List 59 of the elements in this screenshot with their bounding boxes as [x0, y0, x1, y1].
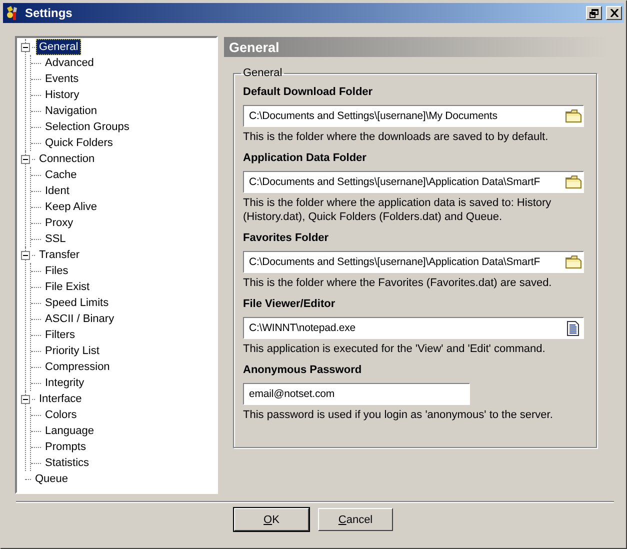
field-label: Default Download Folder — [243, 86, 374, 100]
tree-item[interactable]: Language — [42, 423, 97, 439]
tree-item[interactable]: Statistics — [42, 455, 92, 471]
cancel-button[interactable]: Cancel — [318, 508, 393, 531]
close-icon — [610, 9, 618, 17]
folder-icon[interactable] — [564, 255, 582, 269]
field-label: Favorites Folder — [243, 232, 330, 246]
folder-icon[interactable] — [564, 109, 582, 123]
collapse-icon[interactable] — [21, 394, 30, 404]
tree-item[interactable]: Cache — [42, 167, 80, 183]
help-text: This is the folder where the downloads are saved to by default. — [243, 130, 550, 144]
restore-icon — [589, 8, 599, 18]
tree-item[interactable]: History — [42, 87, 82, 103]
tree-item[interactable]: Navigation — [42, 103, 100, 119]
tree-item[interactable]: Selection Groups — [42, 119, 132, 135]
input-field[interactable]: C:\WINNT\notepad.exe — [243, 317, 584, 339]
help-text: This password is used if you login as 'anonymous' to the server. — [243, 408, 554, 422]
collapse-icon[interactable] — [21, 42, 30, 52]
tree-item[interactable]: Compression — [42, 359, 113, 375]
tree-item[interactable]: File Exist — [42, 279, 93, 295]
input-field[interactable]: C:\Documents and Settings\[usernane]\My Documents — [243, 105, 584, 127]
tree-item[interactable]: Queue — [32, 471, 72, 487]
tree-item[interactable]: Proxy — [42, 215, 76, 231]
help-text: This is the folder where the Favorites (Favorites.dat) are saved. — [243, 276, 553, 290]
tree-item[interactable]: Interface — [36, 391, 85, 407]
group-title: General — [242, 67, 284, 79]
tree-item[interactable]: Priority List — [42, 343, 102, 359]
folder-icon[interactable] — [564, 175, 582, 189]
tree-item[interactable]: Integrity — [42, 375, 88, 391]
tree-item[interactable]: Transfer — [36, 247, 83, 263]
tree-item[interactable]: ASCII / Binary — [42, 311, 118, 327]
ok-button[interactable]: OK — [234, 508, 309, 531]
tree-item[interactable]: Connection — [36, 151, 98, 167]
input-field[interactable]: C:\Documents and Settings\[usernane]\Application Data\SmartF — [243, 171, 584, 193]
field-label: Application Data Folder — [243, 152, 368, 166]
window-title: Settings — [25, 6, 74, 20]
input-field[interactable]: email@notset.com — [243, 383, 470, 405]
tree-item[interactable]: Prompts — [42, 439, 89, 455]
restore-button[interactable] — [586, 6, 602, 20]
tree-item[interactable]: Keep Alive — [42, 199, 100, 215]
tree-item[interactable]: Events — [42, 71, 82, 87]
help-text: This application is executed for the 'View' and 'Edit' command. — [243, 342, 546, 356]
tree-item[interactable]: Filters — [42, 327, 78, 343]
tree-item[interactable]: SSL — [42, 231, 69, 247]
help-text: This is the folder where the application data is saved to: History (History.dat), Quick Folders (Folders.dat) and Queue. — [243, 196, 552, 224]
tree-item[interactable]: Ident — [42, 183, 72, 199]
tree-item[interactable]: General — [36, 39, 82, 55]
input-field[interactable]: C:\Documents and Settings\[usernane]\Application Data\SmartF — [243, 251, 584, 273]
document-icon[interactable] — [567, 320, 579, 336]
tree-item[interactable]: Advanced — [42, 55, 97, 71]
close-button[interactable] — [606, 6, 622, 20]
tree-item[interactable]: Quick Folders — [42, 135, 116, 151]
collapse-icon[interactable] — [21, 154, 30, 164]
tree-item[interactable]: Colors — [42, 407, 80, 423]
field-label: File Viewer/Editor — [243, 298, 336, 312]
tree-item[interactable]: Files — [42, 263, 72, 279]
tree-item[interactable]: Speed Limits — [42, 295, 112, 311]
field-label: Anonymous Password — [243, 364, 363, 378]
collapse-icon[interactable] — [21, 250, 30, 260]
